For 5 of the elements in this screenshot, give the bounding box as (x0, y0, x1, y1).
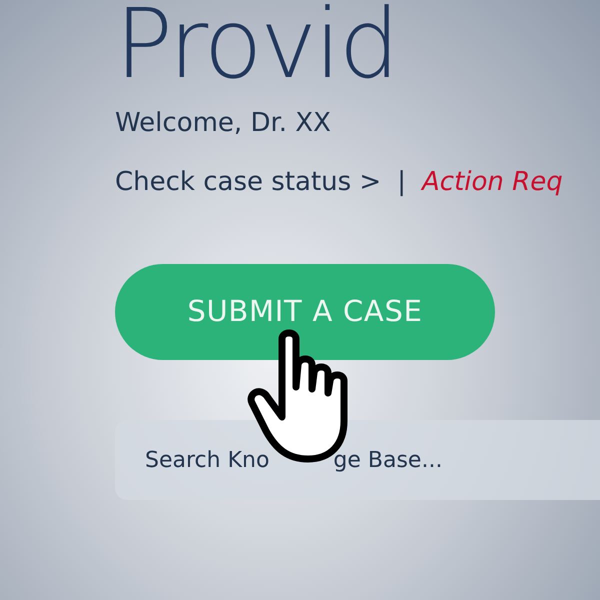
case-status-link[interactable]: Check case status > (115, 163, 382, 202)
page-title: Provid (115, 0, 398, 92)
welcome-text: Welcome, Dr. XX (115, 107, 331, 140)
search-field[interactable]: Search Kno ge Base... (115, 420, 600, 500)
separator-text: | (396, 166, 407, 199)
